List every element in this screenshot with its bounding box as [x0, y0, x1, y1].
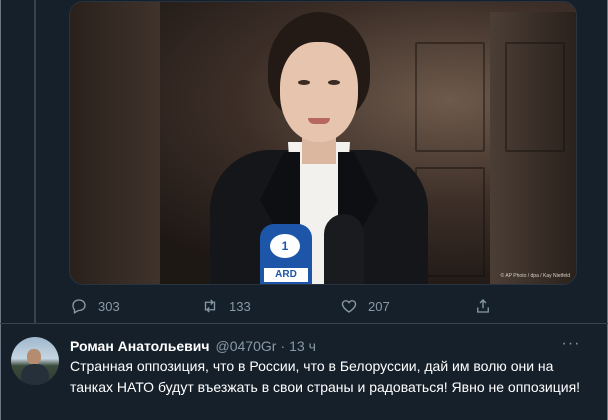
- reply-icon: [72, 299, 86, 314]
- avatar[interactable]: [11, 337, 59, 385]
- reply-text: Странная оппозиция, что в России, что в …: [70, 358, 581, 395]
- separator-dot: ·: [280, 338, 286, 354]
- reply-header: Роман Анатольевич @0470Gr · 13 ч: [70, 336, 316, 356]
- more-options-icon[interactable]: ···: [558, 336, 584, 356]
- share-icon: [477, 299, 489, 313]
- photo-mouth: [308, 118, 330, 124]
- photo-panel: [415, 42, 485, 152]
- heart-icon: [341, 300, 357, 313]
- thread-line: [34, 0, 36, 324]
- photo-face: [280, 42, 358, 142]
- author-name[interactable]: Роман Анатольевич: [70, 338, 210, 354]
- like-button[interactable]: 207: [340, 294, 390, 318]
- photo-credit: © AP Photo / dpa / Kay Nietfeld: [500, 273, 570, 279]
- avatar-head: [27, 349, 41, 365]
- retweet-count: 133: [229, 298, 251, 314]
- tweet-divider: [0, 323, 608, 324]
- microphone: [324, 214, 364, 284]
- author-handle[interactable]: @0470Gr: [216, 338, 277, 354]
- photo-panel: [505, 42, 565, 152]
- reply-count: 303: [98, 298, 120, 314]
- avatar-body: [21, 364, 49, 385]
- tweet-actions: 303 133 207: [70, 294, 510, 318]
- mic-logo: 1: [270, 234, 300, 258]
- tweet-photo[interactable]: 1 ARD © AP Photo / dpa / Kay Nietfeld: [69, 1, 577, 285]
- retweet-icon: [204, 299, 216, 313]
- photo-eye: [328, 80, 340, 85]
- like-count: 207: [368, 298, 390, 314]
- retweet-button[interactable]: 133: [201, 294, 251, 318]
- reply-button[interactable]: 303: [70, 294, 120, 318]
- photo-eye: [298, 80, 310, 85]
- photo-door-left: [70, 2, 160, 284]
- timestamp[interactable]: 13 ч: [289, 338, 316, 354]
- mic-label: ARD: [264, 268, 308, 282]
- share-button[interactable]: [474, 294, 502, 318]
